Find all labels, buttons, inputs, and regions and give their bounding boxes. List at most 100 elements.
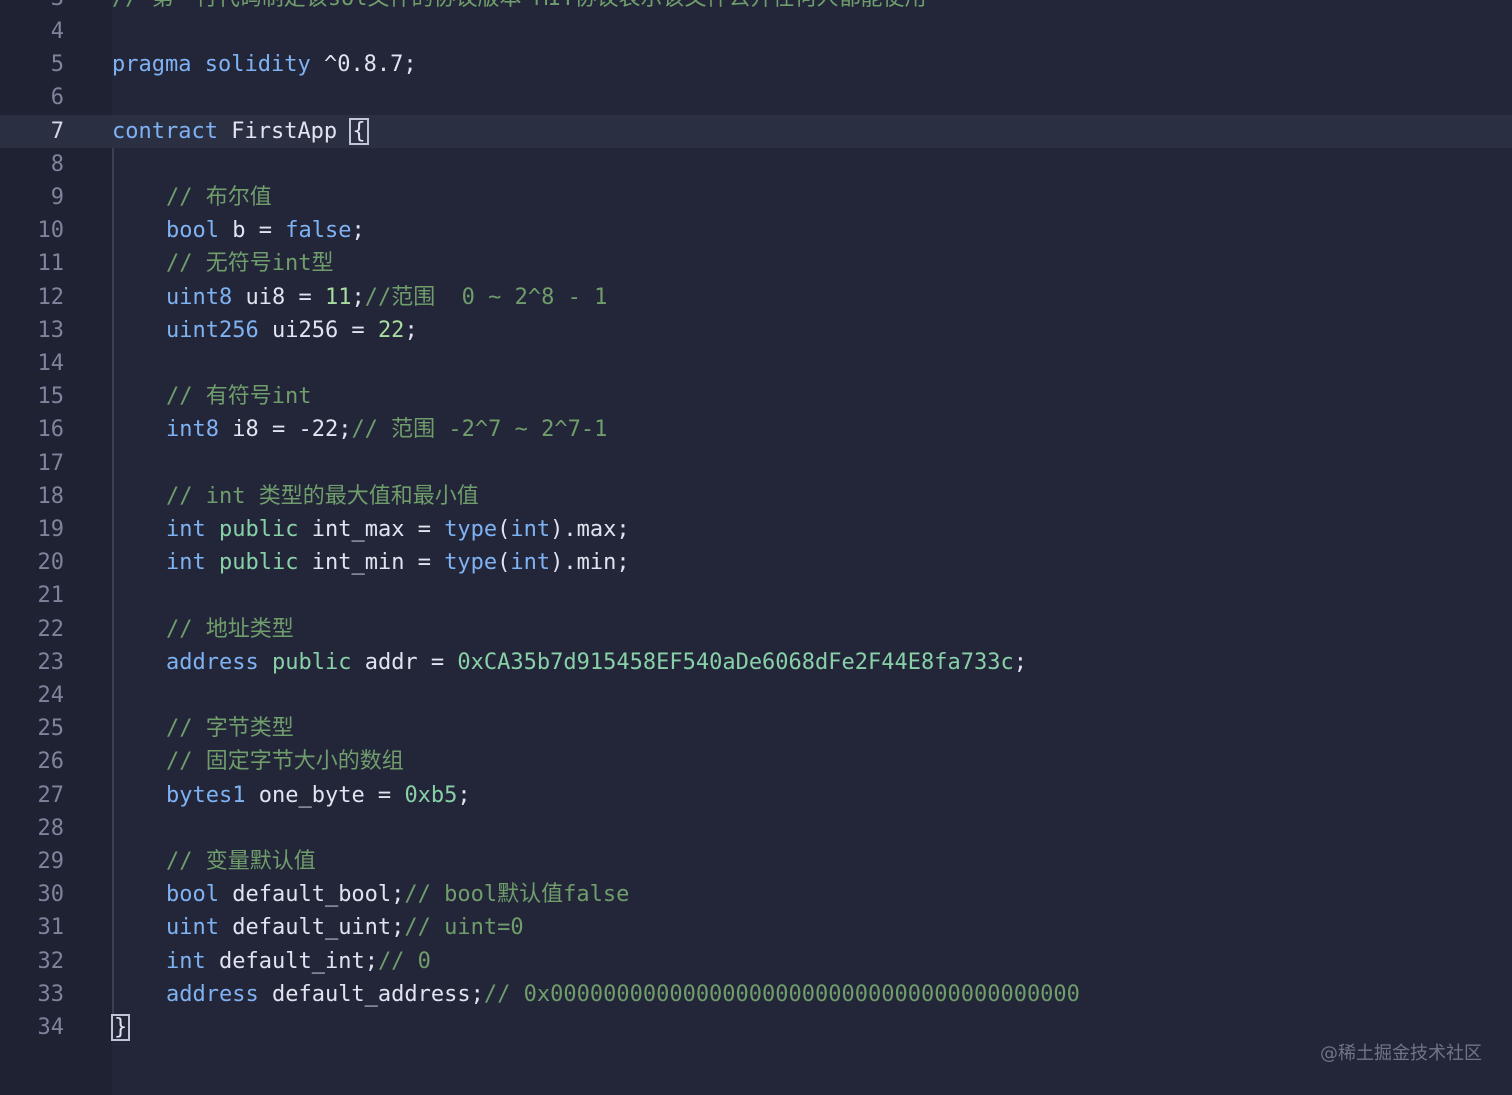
token-id: default_bool; <box>218 882 405 908</box>
line-number: 33 <box>37 981 65 1007</box>
line-number: 7 <box>50 118 64 144</box>
code-line[interactable]: 29 // 变量默认值 <box>0 845 1512 878</box>
code-line[interactable]: 32 int default_int;// 0 <box>0 945 1512 978</box>
token-id: ; <box>351 284 365 310</box>
code-line[interactable]: 23 address public addr = 0xCA35b7d915458E… <box>0 646 1512 679</box>
token-kw: false <box>285 218 352 244</box>
token-id: ).max; <box>550 517 630 542</box>
token-id: FirstApp <box>217 118 351 144</box>
code-line[interactable]: 10 bool b = false; <box>0 214 1512 247</box>
token-type: address <box>166 649 259 675</box>
watermark: @稀土掘金技术社区 <box>1320 1043 1482 1064</box>
line-number: 11 <box>37 251 65 277</box>
code-line[interactable]: 24 <box>0 679 1512 712</box>
token-id: ui8 = <box>232 284 325 310</box>
code-line[interactable]: 30 bool default_bool;// bool默认值false <box>0 878 1512 911</box>
code-line[interactable]: 9 // 布尔值 <box>0 181 1512 214</box>
token-type: int <box>510 550 551 576</box>
token-com: // 变量默认值 <box>166 849 316 874</box>
code-text[interactable]: address default_address;// 0x00000000000… <box>166 978 1080 1011</box>
token-id: addr = <box>351 649 458 675</box>
token-num: 22 <box>377 317 405 343</box>
line-number: 28 <box>37 815 65 841</box>
code-text[interactable]: address public addr = 0xCA35b7d915458EF5… <box>166 646 1027 679</box>
code-line[interactable]: 17 <box>0 447 1512 480</box>
code-text[interactable]: int8 i8 = -22;// 范围 -2^7 ~ 2^7-1 <box>166 413 607 446</box>
code-text[interactable]: uint8 ui8 = 11;//范围 0 ~ 2^8 - 1 <box>166 281 607 314</box>
token-com: // 范围 -2^7 ~ 2^7-1 <box>351 417 608 443</box>
code-line[interactable]: 4 <box>0 15 1512 48</box>
code-line[interactable]: 31 uint default_uint;// uint=0 <box>0 911 1512 944</box>
token-kw: type <box>444 550 498 576</box>
code-text[interactable]: // 布尔值 <box>166 181 272 214</box>
token-com: // 0x00000000000000000000000000000000000… <box>483 981 1080 1007</box>
code-text[interactable]: // 无符号int型 <box>166 247 333 280</box>
code-text[interactable]: int public int_min = type(int).min; <box>166 546 630 579</box>
code-text[interactable]: int public int_max = type(int).max; <box>166 513 630 546</box>
code-line[interactable]: 27 bytes1 one_byte = 0xb5; <box>0 779 1512 812</box>
line-number: 21 <box>37 583 65 609</box>
code-line[interactable]: 11 // 无符号int型 <box>0 247 1512 280</box>
code-text[interactable]: // 字节类型 <box>166 712 294 745</box>
code-line[interactable]: 16 int8 i8 = -22;// 范围 -2^7 ~ 2^7-1 <box>0 413 1512 446</box>
code-text[interactable]: // 有符号int <box>166 380 311 413</box>
token-id: ; <box>1013 649 1027 675</box>
token-num: 11 <box>324 284 352 310</box>
code-line[interactable]: 19 int public int_max = type(int).max; <box>0 513 1512 546</box>
code-text[interactable]: // 变量默认值 <box>166 845 316 878</box>
code-text[interactable]: bool b = false; <box>166 214 365 247</box>
token-id: default_address; <box>258 981 484 1007</box>
token-id: int_max = <box>298 517 445 542</box>
code-text[interactable]: int default_int;// 0 <box>166 945 431 978</box>
code-editor[interactable]: 3 // 第一行代码制定该sol文件的协议版本 MIT协议表示该文件公开任何人都… <box>0 0 1512 1095</box>
code-line[interactable]: 26 // 固定字节大小的数组 <box>0 745 1512 778</box>
code-line[interactable]: 20 int public int_min = type(int).min; <box>0 546 1512 579</box>
token-vis: public <box>271 649 352 675</box>
token-com: // bool默认值false <box>404 882 630 908</box>
line-number: 9 <box>50 185 64 210</box>
token-type: uint8 <box>166 284 233 310</box>
token-com: // 布尔值 <box>166 185 272 210</box>
code-line[interactable]: 34} <box>0 1011 1512 1044</box>
token-id: ; <box>404 317 418 343</box>
code-line[interactable]: 28 <box>0 812 1512 845</box>
code-text[interactable]: uint256 ui256 = 22; <box>166 314 418 347</box>
code-line[interactable]: 21 <box>0 579 1512 612</box>
line-number: 6 <box>50 85 64 111</box>
code-line[interactable]: 12 uint8 ui8 = 11;//范围 0 ~ 2^8 - 1 <box>0 281 1512 314</box>
code-line[interactable]: 7 contract FirstApp { <box>0 114 1512 148</box>
code-line[interactable]: 14 <box>0 347 1512 380</box>
token-kw: pragma <box>112 52 192 78</box>
code-line[interactable]: 33 address default_address;// 0x000000000… <box>0 978 1512 1011</box>
code-text[interactable]: uint default_uint;// uint=0 <box>166 911 524 944</box>
code-line[interactable]: 22 // 地址类型 <box>0 613 1512 646</box>
code-text[interactable]: // 地址类型 <box>166 613 294 646</box>
code-line[interactable]: 25 // 字节类型 <box>0 712 1512 745</box>
token-id <box>191 52 204 77</box>
line-number: 3 <box>0 0 64 15</box>
token-id: b = <box>218 218 286 244</box>
code-line[interactable]: 8 <box>0 148 1512 181</box>
code-line[interactable]: 6 <box>0 81 1512 114</box>
token-id: ( <box>497 517 511 542</box>
code-comment: // 第一行代码制定该sol文件的协议版本 MIT协议表示该文件公开任何人都能使… <box>112 0 926 15</box>
line-number: 32 <box>37 948 65 974</box>
code-text[interactable]: contract FirstApp { <box>112 115 369 148</box>
code-text[interactable]: bytes1 one_byte = 0xb5; <box>166 779 471 812</box>
token-type: int <box>166 517 206 542</box>
code-text[interactable]: // int 类型的最大值和最小值 <box>166 480 479 513</box>
token-id <box>206 550 219 575</box>
code-text[interactable]: } <box>110 1011 131 1044</box>
code-text[interactable]: // 固定字节大小的数组 <box>166 745 404 778</box>
code-line[interactable]: 13 uint256 ui256 = 22; <box>0 314 1512 347</box>
code-line[interactable]: 15 // 有符号int <box>0 380 1512 413</box>
code-text[interactable]: pragma solidity ^0.8.7; <box>112 48 417 81</box>
code-line[interactable]: 5 pragma solidity ^0.8.7; <box>0 48 1512 81</box>
line-number: 18 <box>37 483 65 509</box>
token-id: ).min; <box>550 550 630 576</box>
line-number: 25 <box>37 716 65 742</box>
code-line[interactable]: 18 // int 类型的最大值和最小值 <box>0 480 1512 513</box>
line-number: 8 <box>50 151 64 177</box>
code-text[interactable]: bool default_bool;// bool默认值false <box>166 878 629 911</box>
token-id: default_uint; <box>218 915 405 941</box>
